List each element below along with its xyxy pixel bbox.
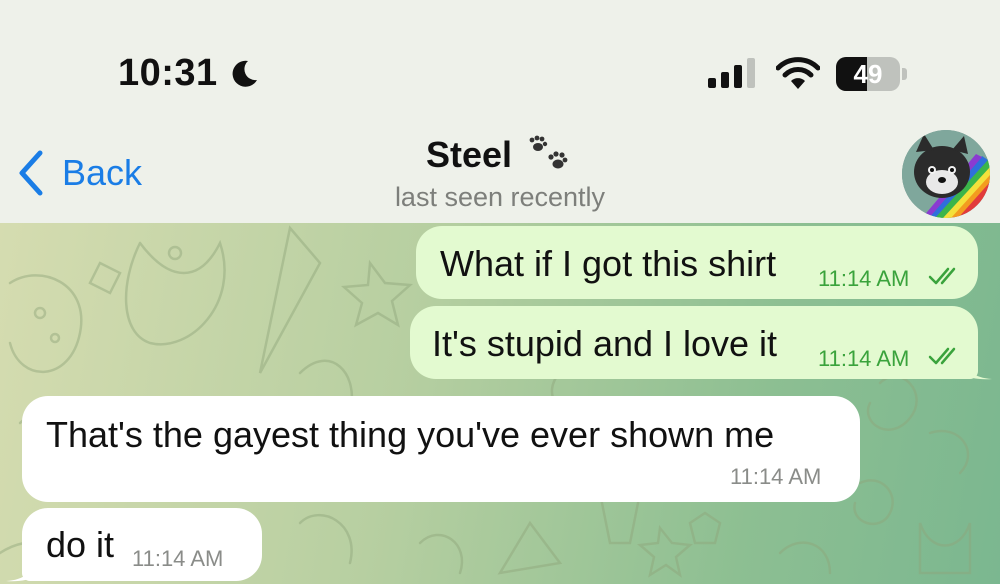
status-time: 10:31	[118, 52, 218, 94]
moon-icon	[232, 60, 257, 87]
battery-icon: 49	[836, 57, 908, 91]
wifi-icon	[776, 57, 820, 89]
chat-header: 10:31 49 Back Steel last seen recently	[0, 0, 1000, 223]
message-time: 11:14 AM	[818, 346, 910, 371]
battery-percentage: 49	[853, 59, 883, 89]
bubble-tail	[6, 556, 36, 582]
contact-avatar[interactable]	[902, 130, 990, 218]
message-time: 11:14 AM	[818, 266, 910, 291]
message-list[interactable]: What if I got this shirt 11:14 AM It's s…	[0, 223, 1000, 584]
contact-name: Steel	[425, 134, 513, 175]
incoming-message[interactable]: do it 11:14 AM	[22, 508, 262, 581]
outgoing-message[interactable]: What if I got this shirt 11:14 AM	[416, 226, 978, 299]
message-text: do it	[46, 524, 115, 565]
message-time: 11:14 AM	[730, 464, 822, 489]
message-text: That's the gayest thing you've ever show…	[46, 414, 775, 455]
outgoing-message[interactable]: It's stupid and I love it 11:14 AM	[410, 306, 978, 379]
back-label: Back	[62, 152, 143, 193]
read-checkmarks-icon	[928, 347, 956, 365]
chevron-left-icon	[19, 150, 43, 196]
message-time: 11:14 AM	[132, 546, 224, 571]
incoming-message[interactable]: That's the gayest thing you've ever show…	[22, 396, 860, 502]
message-text: It's stupid and I love it	[432, 323, 778, 364]
message-text: What if I got this shirt	[440, 243, 777, 284]
signal-icon	[708, 58, 755, 88]
chat-title[interactable]: Steel last seen recently	[300, 134, 700, 213]
read-checkmarks-icon	[928, 267, 956, 285]
back-button[interactable]: Back	[16, 148, 142, 198]
contact-status: last seen recently	[394, 182, 606, 212]
paw-prints-icon	[529, 135, 568, 169]
bubble-tail	[962, 354, 992, 380]
